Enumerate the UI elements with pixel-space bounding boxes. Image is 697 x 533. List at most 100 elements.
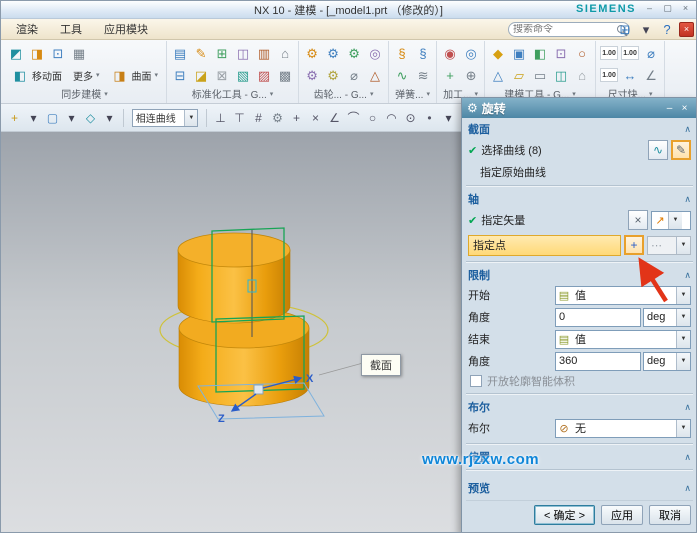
delete-tool-icon[interactable]: ⊠ xyxy=(213,66,231,84)
angle-dimension-icon[interactable]: ∠ xyxy=(642,66,660,84)
boss-icon[interactable]: ▣ xyxy=(510,44,528,62)
linear-dimension-icon[interactable]: 1.00 xyxy=(600,46,618,60)
drill-icon[interactable]: ◉ xyxy=(441,44,459,62)
hatch-tool-icon[interactable]: ▧ xyxy=(234,66,252,84)
helical-gear-icon[interactable]: ⚙ xyxy=(345,44,363,62)
specify-point-row[interactable]: 指定点 + ⋯ ▼ xyxy=(466,232,693,258)
point-method-dropdown[interactable]: ⋯ ▼ xyxy=(647,236,691,255)
grid-snap-icon[interactable]: # xyxy=(250,109,267,126)
section-header-preview[interactable]: 预览 ∧ xyxy=(466,479,693,497)
pad-icon[interactable]: ⊡ xyxy=(552,44,570,62)
ribbon-group-label[interactable]: 弹簧... ▾ xyxy=(393,86,432,101)
block-icon[interactable]: ◆ xyxy=(489,44,507,62)
compression-spring-icon[interactable]: § xyxy=(393,44,411,62)
selection-filter-dropdown[interactable]: 相连曲线 ▼ xyxy=(132,109,199,127)
start-limit-dropdown[interactable]: ▤ 值 ▼ xyxy=(555,286,691,305)
standard-part-icon[interactable]: ▤ xyxy=(171,44,189,62)
end-angle-unit-dropdown[interactable]: deg ▼ xyxy=(643,352,691,371)
face-tool-icon[interactable]: ◪ xyxy=(192,66,210,84)
catalog-icon[interactable]: ▥ xyxy=(255,44,273,62)
command-search[interactable] xyxy=(508,22,630,37)
top-cylinder-top-face[interactable] xyxy=(178,233,290,267)
gear-shaft-icon[interactable]: ⌀ xyxy=(345,66,363,84)
shell-icon[interactable]: ⌂ xyxy=(573,66,591,84)
sketch-section-button[interactable]: ✎ xyxy=(671,140,691,160)
point-dialog-button[interactable]: + xyxy=(624,235,644,255)
end-angle-input[interactable] xyxy=(555,352,641,371)
surface-button[interactable]: ◨ 曲面 ▾ xyxy=(107,65,163,85)
specify-vector-row[interactable]: ✔ 指定矢量 × ↗ ▼ xyxy=(466,208,693,232)
gear-pair-icon[interactable]: ◎ xyxy=(366,44,384,62)
specify-point-highlight[interactable]: 指定点 xyxy=(468,235,621,256)
slot-icon[interactable]: ▭ xyxy=(531,66,549,84)
section-tool-icon[interactable]: ▨ xyxy=(255,66,273,84)
dropdown-arrow-icon[interactable]: ▾ xyxy=(101,109,118,126)
diameter-dimension-icon[interactable]: ⌀ xyxy=(642,44,660,62)
ribbon-group-label[interactable]: 同步建模 ▾ xyxy=(7,86,162,101)
surface-icon[interactable]: ◨ xyxy=(111,66,129,84)
graphics-viewport[interactable]: X Z 截面 xyxy=(1,132,462,533)
ok-button[interactable]: < 确定 > xyxy=(534,505,595,525)
menu-applications[interactable]: 应用模块 xyxy=(93,19,159,39)
gear-cone-icon[interactable]: △ xyxy=(366,66,384,84)
search-input[interactable] xyxy=(513,24,617,35)
dialog-title-bar[interactable]: ⚙ 旋转 – × xyxy=(462,98,697,118)
select-curve-row[interactable]: ✔ 选择曲线 (8) ∿ ✎ xyxy=(466,138,693,162)
origin-curve-row[interactable]: 指定原始曲线 xyxy=(466,162,693,182)
wave-spring-icon[interactable]: ≋ xyxy=(414,66,432,84)
close-button[interactable]: × xyxy=(679,3,692,14)
window-layout-icon[interactable]: ⊞ xyxy=(616,20,634,38)
start-angle-unit-dropdown[interactable]: deg ▼ xyxy=(643,308,691,327)
midpoint-snap-icon[interactable]: ⊤ xyxy=(231,109,248,126)
arc-snap-icon[interactable]: ⌒ xyxy=(345,109,362,126)
angle-snap-icon[interactable]: ∠ xyxy=(326,109,343,126)
template-icon[interactable]: ⌂ xyxy=(276,44,294,62)
section-header-section[interactable]: 截面 ∧ xyxy=(466,120,693,138)
cylindrical-gear-icon[interactable]: ⚙ xyxy=(303,44,321,62)
end-limit-dropdown[interactable]: ▤ 值 ▼ xyxy=(555,330,691,349)
menu-tools[interactable]: 工具 xyxy=(49,19,93,39)
add-standard-icon[interactable]: ⊞ xyxy=(213,44,231,62)
ribbon-group-label[interactable]: 标准化工具 - G... ▾ xyxy=(171,86,294,101)
section-header-limits[interactable]: 限制 ∧ xyxy=(466,266,693,284)
fast-dimension-icon[interactable]: 1.00 xyxy=(600,68,618,82)
dropdown-arrow-icon[interactable]: ▾ xyxy=(440,109,457,126)
minimize-button[interactable]: – xyxy=(643,3,656,14)
locate-icon[interactable]: ⊕ xyxy=(462,66,480,84)
draft-icon[interactable]: ▱ xyxy=(510,66,528,84)
start-angle-input[interactable] xyxy=(555,308,641,327)
cancel-button[interactable]: 取消 xyxy=(649,505,691,525)
snap-point-toggle-icon[interactable]: + xyxy=(6,109,23,126)
move-face-button[interactable]: ◧ 移动面 xyxy=(7,65,66,85)
pocket-icon[interactable]: ◧ xyxy=(531,44,549,62)
pull-face-icon[interactable]: ◨ xyxy=(28,44,46,62)
bevel-gear-icon[interactable]: ⚙ xyxy=(324,44,342,62)
pattern-face-icon[interactable]: ▦ xyxy=(70,44,88,62)
dialog-close-button[interactable]: × xyxy=(677,103,692,114)
edit-standard-icon[interactable]: ✎ xyxy=(192,44,210,62)
help-icon[interactable]: ? xyxy=(658,20,676,38)
dialog-minimize-button[interactable]: – xyxy=(662,103,677,114)
center-mark-icon[interactable]: + xyxy=(441,66,459,84)
hole-icon[interactable]: ○ xyxy=(573,44,591,62)
selection-scope-icon[interactable]: ▢ xyxy=(44,109,61,126)
groove-icon[interactable]: ◫ xyxy=(552,66,570,84)
apply-button[interactable]: 应用 xyxy=(601,505,643,525)
rack-gear-icon[interactable]: ⚙ xyxy=(303,66,321,84)
grid-tool-icon[interactable]: ▩ xyxy=(276,66,294,84)
dropdown-arrow-icon[interactable]: ▾ xyxy=(637,20,655,38)
menu-render[interactable]: 渲染 xyxy=(5,19,49,39)
offset-region-icon[interactable]: ⊡ xyxy=(49,44,67,62)
snap-settings-icon[interactable]: ⚙ xyxy=(269,109,286,126)
ribbon-group-label[interactable]: 齿轮... - G... ▾ xyxy=(303,86,384,101)
center-snap-icon[interactable]: ⊙ xyxy=(402,109,419,126)
quadrant-snap-icon[interactable]: • xyxy=(421,109,438,126)
radial-dimension-icon[interactable]: 1.00 xyxy=(621,46,639,60)
section-flag[interactable]: 截面 xyxy=(361,354,401,376)
torsion-spring-icon[interactable]: ∿ xyxy=(393,66,411,84)
section-header-axis[interactable]: 轴 ∧ xyxy=(466,190,693,208)
distance-dimension-icon[interactable]: ↔ xyxy=(621,66,639,84)
move-face-icon[interactable]: ◧ xyxy=(11,66,29,84)
library-icon[interactable]: ◫ xyxy=(234,44,252,62)
workplane-icon[interactable]: ◇ xyxy=(82,109,99,126)
